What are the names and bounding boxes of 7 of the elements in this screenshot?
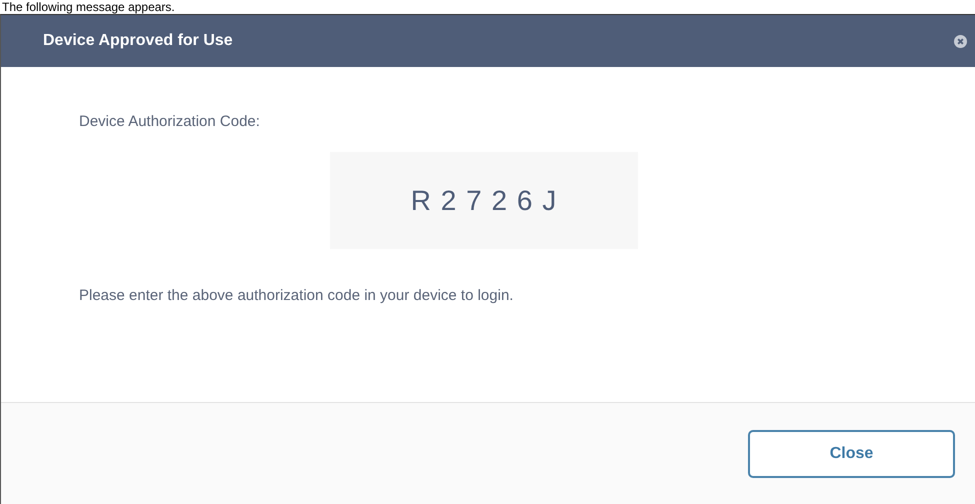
dialog-title: Device Approved for Use (43, 32, 233, 50)
caption-text: The following message appears. (1, 0, 176, 14)
authorization-code: R 2 7 2 6 J (330, 152, 638, 249)
close-button[interactable]: Close (748, 430, 955, 478)
instruction-text: Please enter the above authorization code in your device to login. (79, 287, 514, 304)
code-label: Device Authorization Code: (79, 113, 261, 130)
close-icon[interactable] (954, 34, 967, 48)
